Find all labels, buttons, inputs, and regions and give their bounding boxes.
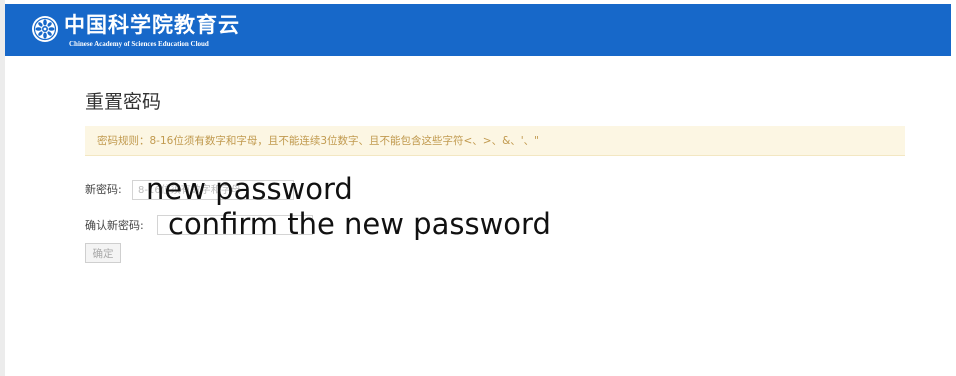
logo-title: 中国科学院教育云 xyxy=(64,12,240,37)
new-password-input[interactable] xyxy=(132,180,294,200)
left-edge-strip xyxy=(0,0,5,376)
page: 中国科学院教育云 Chinese Academy of Sciences Edu… xyxy=(0,0,956,376)
logo-subtitle: Chinese Academy of Sciences Education Cl… xyxy=(69,40,209,48)
confirm-password-label: 确认新密码: xyxy=(85,219,144,232)
cas-emblem-icon xyxy=(32,16,58,42)
page-title: 重置密码 xyxy=(85,91,162,113)
header-bar: 中国科学院教育云 Chinese Academy of Sciences Edu… xyxy=(5,4,951,56)
new-password-label: 新密码: xyxy=(85,183,122,196)
confirm-password-input[interactable] xyxy=(157,215,313,235)
password-rule-notice: 密码规则：8-16位须有数字和字母，且不能连续3位数字、且不能包含这些字符<、>… xyxy=(85,126,905,156)
password-rule-text: 密码规则：8-16位须有数字和字母，且不能连续3位数字、且不能包含这些字符<、>… xyxy=(97,135,540,147)
confirm-button[interactable]: 确定 xyxy=(85,243,121,263)
